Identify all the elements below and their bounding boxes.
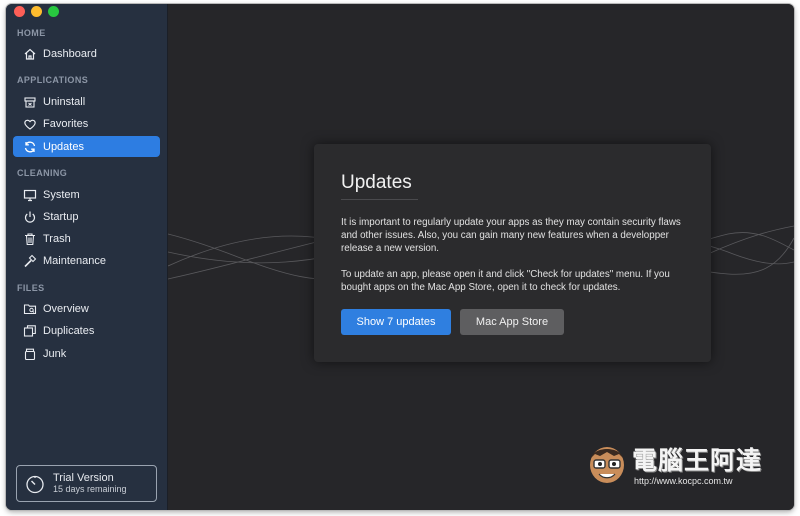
sidebar-item-label: Dashboard	[43, 47, 97, 60]
card-paragraph-1: It is important to regularly update your…	[341, 217, 681, 254]
power-icon	[23, 210, 37, 224]
section-home: HOME	[17, 28, 46, 38]
sidebar-item-label: Trash	[43, 232, 71, 245]
sidebar-item-dashboard[interactable]: Dashboard	[13, 43, 160, 64]
updates-card: Updates It is important to regularly upd…	[314, 144, 711, 362]
main-content: Updates It is important to regularly upd…	[168, 4, 794, 510]
sidebar-item-system[interactable]: System	[13, 184, 160, 205]
watermark-text: 電腦王阿達	[632, 447, 763, 475]
sidebar-item-label: Duplicates	[43, 324, 95, 337]
trial-text: Trial Version 15 days remaining	[53, 472, 127, 495]
folder-search-icon	[23, 302, 37, 316]
zoom-window-button[interactable]	[48, 6, 59, 17]
sidebar-item-startup[interactable]: Startup	[13, 206, 160, 227]
close-window-button[interactable]	[14, 6, 25, 17]
trash-icon	[23, 232, 37, 246]
sidebar-item-label: Maintenance	[43, 254, 106, 267]
section-cleaning: CLEANING	[17, 168, 68, 178]
timer-icon	[25, 474, 45, 494]
trial-subtitle: 15 days remaining	[53, 484, 127, 494]
monitor-icon	[23, 188, 37, 202]
sidebar: HOME Dashboard APPLICATIONS Uninstall Fa…	[6, 4, 168, 510]
window-controls	[14, 6, 59, 17]
sidebar-item-label: System	[43, 188, 80, 201]
app-window: HOME Dashboard APPLICATIONS Uninstall Fa…	[6, 4, 794, 510]
hammer-icon	[23, 254, 37, 268]
sidebar-item-label: Startup	[43, 210, 79, 223]
mac-app-store-button[interactable]: Mac App Store	[460, 309, 564, 335]
sidebar-item-maintenance[interactable]: Maintenance	[13, 250, 160, 271]
watermark: 電腦王阿達 http://www.kocpc.com.tw	[584, 436, 778, 492]
uninstall-box-icon	[23, 95, 37, 109]
watermark-url: http://www.kocpc.com.tw	[634, 476, 733, 486]
trial-version-button[interactable]: Trial Version 15 days remaining	[16, 465, 157, 502]
trial-title: Trial Version	[53, 472, 114, 484]
junk-box-icon	[23, 347, 37, 361]
sidebar-item-duplicates[interactable]: Duplicates	[13, 320, 160, 341]
card-paragraph-2: To update an app, please open it and cli…	[341, 269, 670, 293]
sidebar-item-label: Uninstall	[43, 95, 86, 108]
sidebar-item-overview[interactable]: Overview	[13, 298, 160, 319]
sidebar-item-trash[interactable]: Trash	[13, 228, 160, 249]
refresh-icon	[23, 140, 37, 154]
section-files: FILES	[17, 283, 45, 293]
show-updates-button[interactable]: Show 7 updates	[341, 309, 451, 335]
sidebar-item-junk[interactable]: Junk	[13, 343, 160, 364]
duplicates-icon	[23, 324, 37, 338]
sidebar-item-label: Overview	[43, 302, 89, 315]
sidebar-item-uninstall[interactable]: Uninstall	[13, 91, 160, 112]
title-divider	[341, 199, 418, 200]
sidebar-item-label: Junk	[43, 347, 67, 360]
card-title: Updates	[341, 172, 412, 193]
minimize-window-button[interactable]	[31, 6, 42, 17]
sidebar-item-favorites[interactable]: Favorites	[13, 113, 160, 134]
mascot-logo	[590, 447, 624, 483]
sidebar-item-label: Favorites	[43, 117, 89, 130]
heart-icon	[23, 117, 37, 131]
house-icon	[23, 47, 37, 61]
section-applications: APPLICATIONS	[17, 75, 89, 85]
sidebar-item-updates[interactable]: Updates	[13, 136, 160, 157]
sidebar-item-label: Updates	[43, 140, 84, 153]
